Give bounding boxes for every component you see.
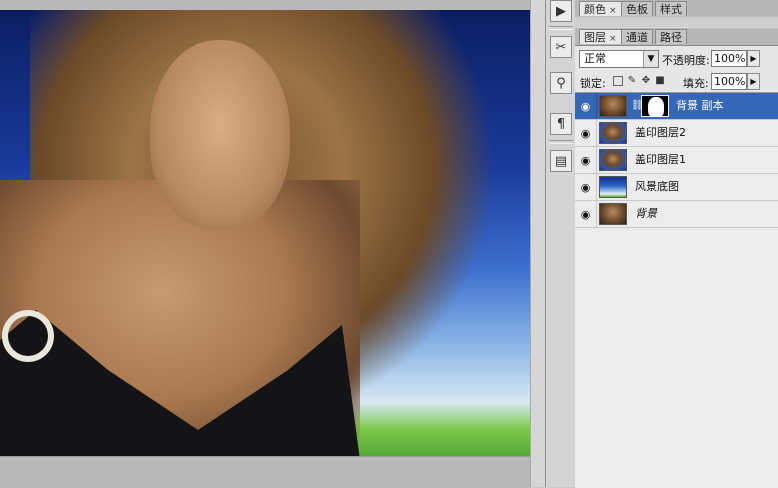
visibility-eye-icon[interactable]: ◉ <box>575 201 597 227</box>
panel-icon-strip: ▶ ✂ ⚲ ¶ ▤ <box>545 0 577 487</box>
layer-thumbnail <box>599 203 627 225</box>
layer-row-stamp-1[interactable]: ◉ 盖印图层1 <box>575 147 778 174</box>
document-canvas-area <box>0 0 546 488</box>
tab-swatches[interactable]: 色板 <box>621 1 653 16</box>
lock-all-icon[interactable]: ■ <box>655 76 665 86</box>
layer-name: 盖印图层2 <box>635 126 686 139</box>
photo-face-region <box>150 40 290 230</box>
layer-row-scenery[interactable]: ◉ 风景底图 <box>575 174 778 201</box>
tab-layers[interactable]: 图层 × <box>579 29 622 44</box>
tab-styles[interactable]: 样式 <box>655 1 687 16</box>
canvas-top-strip <box>0 0 545 10</box>
tab-layers-label: 图层 <box>584 31 606 44</box>
tab-channels[interactable]: 通道 <box>621 29 653 44</box>
visibility-eye-icon[interactable]: ◉ <box>575 174 597 200</box>
layers-panel-controls: 正常 ▼ 不透明度: 100% ▶ 锁定: ✎ ✥ ■ 填充: 100% ▶ <box>575 46 778 92</box>
lock-pixels-icon[interactable]: ✎ <box>627 76 637 86</box>
tool-separator <box>549 26 573 30</box>
color-panel-collapsed-body <box>575 17 778 27</box>
canvas-vertical-scrollbar[interactable] <box>530 0 546 487</box>
layer-row-background[interactable]: ◉ 背景 <box>575 201 778 228</box>
opacity-input[interactable]: 100% <box>711 50 747 67</box>
layer-row-background-copy[interactable]: ◉ ⛓ 背景 副本 <box>575 93 778 120</box>
chevron-down-icon[interactable]: ▼ <box>643 51 658 67</box>
layer-row-stamp-2[interactable]: ◉ 盖印图层2 <box>575 120 778 147</box>
layer-name: 背景 副本 <box>676 99 724 112</box>
close-icon[interactable]: × <box>609 34 617 44</box>
visibility-eye-icon[interactable]: ◉ <box>575 93 597 119</box>
paragraph-icon[interactable]: ¶ <box>550 113 572 135</box>
fill-input[interactable]: 100% <box>711 73 747 90</box>
layer-comps-icon[interactable]: ▤ <box>550 150 572 172</box>
blend-mode-select[interactable]: 正常 ▼ <box>579 50 659 68</box>
lock-fill-row: 锁定: ✎ ✥ ■ 填充: 100% ▶ <box>575 72 778 92</box>
layer-name: 风景底图 <box>635 180 679 193</box>
visibility-eye-icon[interactable]: ◉ <box>575 120 597 146</box>
lock-position-icon[interactable]: ✥ <box>641 76 651 86</box>
document-image[interactable] <box>0 10 530 456</box>
canvas-bottom-pasteboard <box>0 456 530 488</box>
tab-color-label: 颜色 <box>584 3 606 16</box>
layer-name: 背景 <box>635 207 657 220</box>
brush-settings-icon[interactable]: ✂ <box>550 36 572 58</box>
layers-list: ◉ ⛓ 背景 副本 ◉ 盖印图层2 ◉ 盖印图层1 ◉ 风景底图 ◉ 背景 <box>575 92 778 488</box>
play-icon[interactable]: ▶ <box>550 0 572 22</box>
fill-slider-toggle[interactable]: ▶ <box>747 73 760 90</box>
visibility-eye-icon[interactable]: ◉ <box>575 147 597 173</box>
layer-thumbnail <box>599 176 627 198</box>
photo-ring-accessory <box>2 310 54 362</box>
tool-separator <box>549 140 573 144</box>
tab-paths[interactable]: 路径 <box>655 29 687 44</box>
lock-label: 锁定: <box>580 77 606 90</box>
layer-mask-thumbnail[interactable] <box>641 95 669 117</box>
blend-opacity-row: 正常 ▼ 不透明度: 100% ▶ <box>575 48 778 70</box>
opacity-label: 不透明度: <box>662 54 710 67</box>
layer-thumbnail <box>599 95 627 117</box>
opacity-slider-toggle[interactable]: ▶ <box>747 50 760 67</box>
layers-panel-tabbar: 图层 × 通道 路径 <box>575 28 778 46</box>
layer-thumbnail <box>599 149 627 171</box>
clone-source-icon[interactable]: ⚲ <box>550 72 572 94</box>
blend-mode-value: 正常 <box>584 52 606 65</box>
lock-transparency-icon[interactable] <box>613 76 623 86</box>
panel-dock: 颜色 × 色板 样式 图层 × 通道 路径 正常 ▼ 不透明度: 100% ▶ 锁定… <box>575 0 778 488</box>
tab-color[interactable]: 颜色 × <box>579 1 622 16</box>
layer-thumbnail <box>599 122 627 144</box>
close-icon[interactable]: × <box>609 6 617 16</box>
fill-label: 填充: <box>683 77 709 90</box>
color-panel-tabbar: 颜色 × 色板 样式 <box>575 0 778 18</box>
layer-name: 盖印图层1 <box>635 153 686 166</box>
